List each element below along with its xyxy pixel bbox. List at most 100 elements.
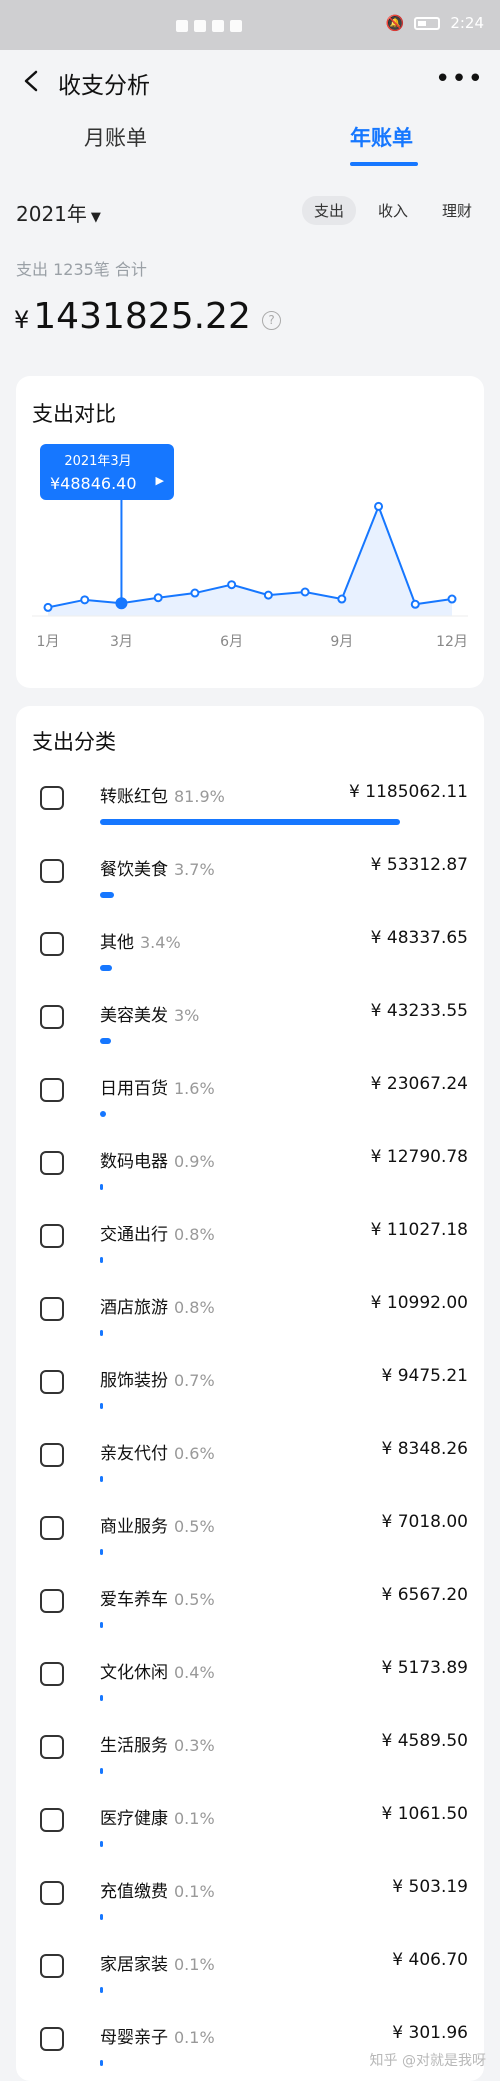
category-label: 文化休闲 (100, 1663, 168, 1683)
category-amount: ¥ 53312.87 (370, 855, 468, 875)
category-percent: 0.1% (174, 1882, 215, 1901)
category-row[interactable]: 家居家装 0.1% ¥ 406.70 (16, 1942, 484, 2015)
category-percent: 0.5% (174, 1517, 215, 1536)
category-percent: 0.1% (174, 1809, 215, 1828)
category-row[interactable]: 充值缴费 0.1% ¥ 503.19 (16, 1869, 484, 1942)
category-row[interactable]: 餐饮美食 3.7% ¥ 53312.87 (16, 847, 484, 920)
category-row[interactable]: 美容美发 3% ¥ 43233.55 (16, 993, 484, 1066)
category-label: 转账红包 (100, 787, 168, 807)
category-progress-bar (100, 1695, 103, 1701)
heart-home-icon (36, 1731, 68, 1763)
category-name: 文化休闲 0.4% (100, 1658, 215, 1683)
play-triangle-icon[interactable]: ▶ (156, 474, 164, 487)
category-name: 充值缴费 0.1% (100, 1877, 215, 1902)
category-amount: ¥ 4589.50 (381, 1731, 468, 1751)
category-row[interactable]: 酒店旅游 0.8% ¥ 10992.00 (16, 1285, 484, 1358)
category-progress-bar (100, 1987, 103, 1993)
category-amount: ¥ 23067.24 (370, 1074, 468, 1094)
chart-point (300, 587, 310, 597)
lipstick-icon (36, 1001, 68, 1033)
category-percent: 1.6% (174, 1079, 215, 1098)
sofa-icon (36, 1950, 68, 1982)
category-row[interactable]: 转账红包 81.9% ¥ 1185062.11 (16, 774, 484, 847)
category-progress-bar (100, 1549, 103, 1555)
category-row[interactable]: 交通出行 0.8% ¥ 11027.18 (16, 1212, 484, 1285)
category-row[interactable]: 爱车养车 0.5% ¥ 6567.20 (16, 1577, 484, 1650)
category-name: 交通出行 0.8% (100, 1220, 215, 1245)
category-name: 数码电器 0.9% (100, 1147, 215, 1172)
category-name: 母婴亲子 0.1% (100, 2023, 215, 2048)
category-amount: ¥ 11027.18 (370, 1220, 468, 1240)
chart-point (410, 599, 420, 609)
category-progress-bar (100, 965, 113, 971)
category-percent: 0.3% (174, 1736, 215, 1755)
chart-point (153, 593, 163, 603)
category-percent: 0.4% (174, 1663, 215, 1682)
category-name: 酒店旅游 0.8% (100, 1293, 215, 1318)
category-amount: ¥ 1061.50 (381, 1804, 468, 1824)
category-percent: 81.9% (174, 787, 225, 806)
category-row[interactable]: 亲友代付 0.6% ¥ 8348.26 (16, 1431, 484, 1504)
category-label: 服饰装扮 (100, 1371, 168, 1391)
category-amount: ¥ 8348.26 (381, 1439, 468, 1459)
category-row[interactable]: 母婴亲子 0.1% ¥ 301.96 (16, 2015, 484, 2081)
category-percent: 0.1% (174, 2028, 215, 2047)
bus-icon (36, 1220, 68, 1252)
category-amount: ¥ 1185062.11 (349, 782, 468, 802)
category-amount: ¥ 48337.65 (370, 928, 468, 948)
category-label: 充值缴费 (100, 1882, 168, 1902)
chart-point (447, 594, 457, 604)
camera-icon (36, 1147, 68, 1179)
medical-kit-icon (36, 1804, 68, 1836)
category-row[interactable]: 数码电器 0.9% ¥ 12790.78 (16, 1139, 484, 1212)
category-percent: 3.4% (140, 933, 181, 952)
category-label: 数码电器 (100, 1152, 168, 1172)
chart-tooltip: 2021年3月 ¥48846.40 ▶ (40, 444, 174, 500)
chart-point (190, 588, 200, 598)
category-label: 商业服务 (100, 1517, 168, 1537)
category-progress-bar (100, 1768, 103, 1774)
category-name: 其他 3.4% (100, 928, 181, 953)
category-progress-bar (100, 1914, 103, 1920)
category-row[interactable]: 其他 3.4% ¥ 48337.65 (16, 920, 484, 993)
tooltip-month: 2021年3月 (64, 454, 132, 469)
briefcase-icon (36, 1512, 68, 1544)
category-row[interactable]: 服饰装扮 0.7% ¥ 9475.21 (16, 1358, 484, 1431)
category-progress-bar (100, 1184, 104, 1190)
category-row[interactable]: 商业服务 0.5% ¥ 7018.00 (16, 1504, 484, 1577)
cup-icon (36, 782, 68, 814)
x-tick-label: 1月 (37, 634, 60, 650)
category-label: 美容美发 (100, 1006, 168, 1026)
category-label: 日用百货 (100, 1079, 168, 1099)
category-row[interactable]: 医疗健康 0.1% ¥ 1061.50 (16, 1796, 484, 1869)
category-amount: ¥ 7018.00 (381, 1512, 468, 1532)
x-tick-label: 6月 (220, 634, 243, 650)
category-row[interactable]: 文化休闲 0.4% ¥ 5173.89 (16, 1650, 484, 1723)
expense-trend-chart[interactable]: 1月 3月 6月 9月 12月 (0, 0, 500, 700)
category-row[interactable]: 日用百货 1.6% ¥ 23067.24 (16, 1066, 484, 1139)
film-reel-icon (36, 1658, 68, 1690)
category-progress-bar (100, 819, 400, 825)
basket-icon (36, 1074, 68, 1106)
category-percent: 0.1% (174, 1955, 215, 1974)
category-label: 医疗健康 (100, 1809, 168, 1829)
x-tick-label: 12月 (436, 634, 468, 650)
tooltip-value: ¥48846.40 (50, 474, 137, 493)
category-label: 母婴亲子 (100, 2028, 168, 2048)
category-amount: ¥ 301.96 (392, 2023, 468, 2043)
category-amount: ¥ 5173.89 (381, 1658, 468, 1678)
category-name: 日用百货 1.6% (100, 1074, 215, 1099)
category-label: 家居家装 (100, 1955, 168, 1975)
car-icon (36, 1585, 68, 1617)
chart-area-fill (48, 506, 452, 616)
category-progress-bar (100, 1257, 103, 1263)
category-percent: 0.5% (174, 1590, 215, 1609)
category-label: 交通出行 (100, 1225, 168, 1245)
category-row[interactable]: 生活服务 0.3% ¥ 4589.50 (16, 1723, 484, 1796)
category-progress-bar (100, 1403, 103, 1409)
category-label: 其他 (100, 933, 134, 953)
luggage-icon (36, 1293, 68, 1325)
chart-point (227, 580, 237, 590)
category-progress-bar (100, 1622, 103, 1628)
category-progress-bar (100, 2060, 103, 2066)
